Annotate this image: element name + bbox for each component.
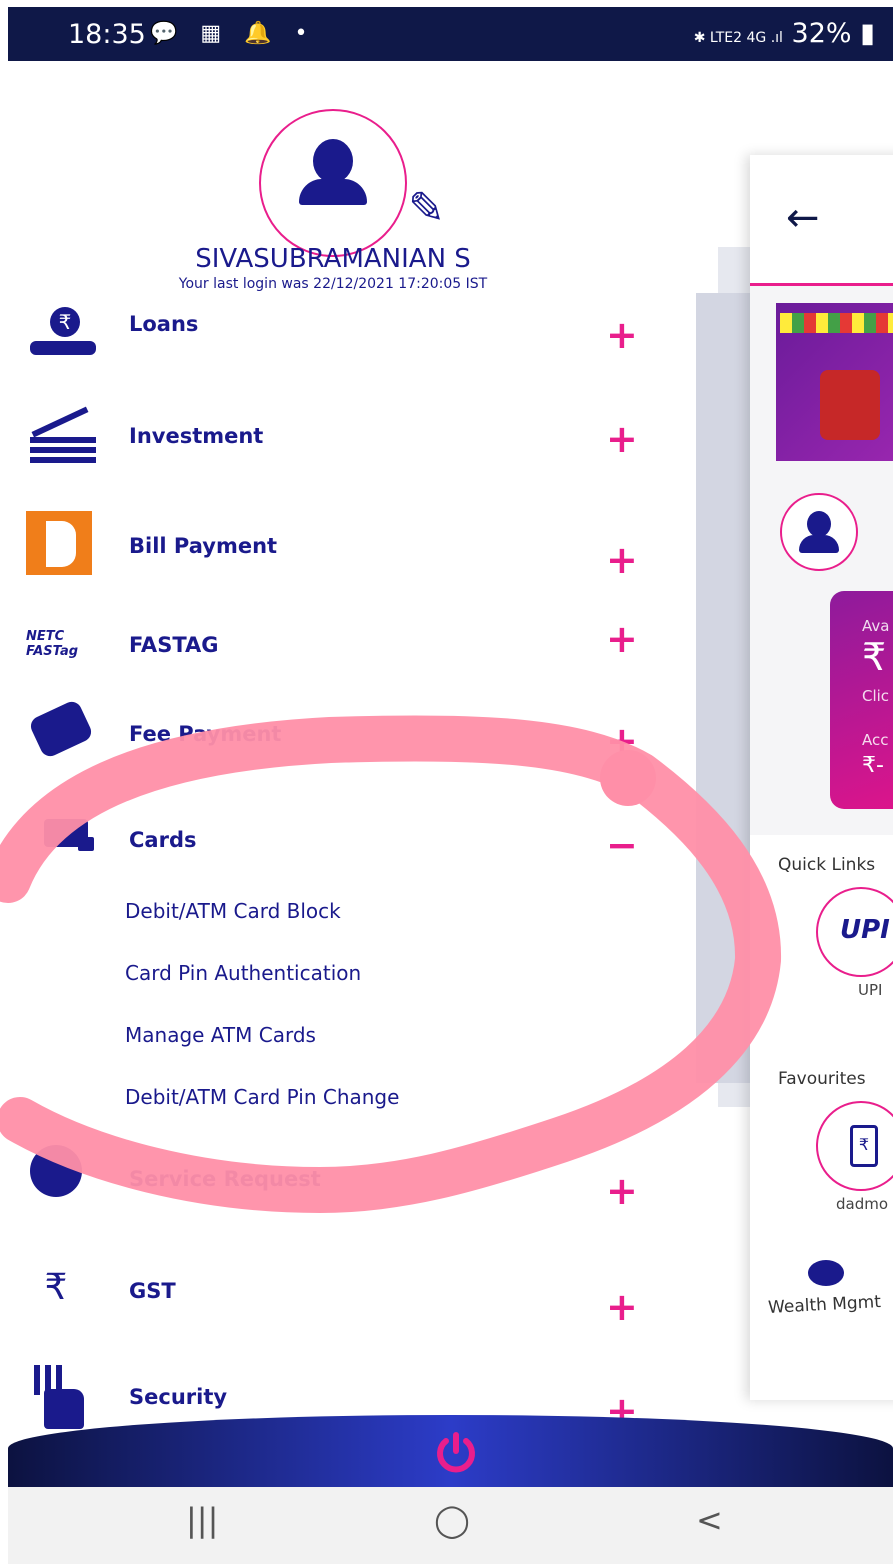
- card-line: ₹-: [862, 753, 884, 778]
- expand-plus-icon[interactable]: +: [606, 313, 638, 357]
- last-login-text: Your last login was 22/12/2021 17:20:05 …: [178, 276, 488, 292]
- expand-plus-icon[interactable]: +: [606, 1169, 638, 1213]
- expand-plus-icon[interactable]: +: [606, 417, 638, 461]
- investment-chart-icon: [26, 403, 100, 467]
- quick-links-title: Quick Links: [778, 855, 876, 875]
- user-icon-body: [299, 179, 367, 205]
- menu-item-fastag[interactable]: NETC FASTag FASTAG +: [8, 615, 668, 695]
- upi-logo: UPI: [840, 915, 890, 945]
- recent-apps-button[interactable]: |||: [186, 1501, 218, 1539]
- menu-label: FASTAG: [129, 633, 219, 657]
- service-gear-icon: [30, 1145, 82, 1197]
- rupee-icon: ₹: [862, 635, 887, 679]
- status-time: 18:35: [68, 19, 146, 50]
- android-nav-bar: ||| ◯ <: [8, 1487, 893, 1564]
- menu-label: Fee Payment: [129, 722, 282, 746]
- bunting-flags: [780, 313, 893, 333]
- profile-avatar[interactable]: [259, 109, 407, 257]
- submenu-manage-atm-cards[interactable]: Manage ATM Cards: [125, 1023, 316, 1047]
- hand-shape: [44, 1389, 84, 1429]
- menu-item-bill-payment[interactable]: Bill Payment +: [8, 507, 668, 587]
- app-preview-panel[interactable]: ← Ava ₹ Clic Acc ₹- Quick Links UPI UPI …: [750, 155, 893, 1400]
- bill-b-icon: [26, 511, 92, 575]
- chart-bar: [30, 457, 96, 463]
- user-icon-body: [799, 535, 839, 553]
- chart-bar: [30, 437, 96, 443]
- chart-trend-line: [31, 406, 89, 438]
- expand-plus-icon[interactable]: +: [606, 1285, 638, 1329]
- preview-header: ←: [750, 155, 893, 286]
- home-button[interactable]: ◯: [434, 1501, 470, 1539]
- card-line: Clic: [862, 687, 890, 705]
- upi-label: UPI: [858, 981, 883, 999]
- collapse-minus-icon[interactable]: −: [606, 823, 638, 867]
- menu-item-investment[interactable]: Investment +: [8, 403, 668, 483]
- menu-label: Loans: [129, 312, 199, 336]
- back-arrow-icon[interactable]: ←: [786, 195, 820, 241]
- mobile-rupee-icon: ₹: [850, 1125, 878, 1167]
- lock-shape: [78, 837, 94, 851]
- menu-label: GST: [129, 1279, 176, 1303]
- submenu-debit-card-block[interactable]: Debit/ATM Card Block: [125, 899, 341, 923]
- security-keypad-icon: [26, 1365, 100, 1429]
- expand-plus-icon[interactable]: +: [606, 719, 638, 763]
- user-icon: [807, 511, 831, 537]
- power-logout-icon[interactable]: [432, 1429, 480, 1477]
- menu-item-fee-payment[interactable]: Fee Payment +: [8, 698, 668, 782]
- back-button[interactable]: <: [696, 1501, 723, 1539]
- submenu-card-pin-change[interactable]: Debit/ATM Card Pin Change: [125, 1085, 399, 1109]
- rupee-coin: ₹: [50, 307, 80, 337]
- menu-label: Bill Payment: [129, 534, 278, 558]
- menu-label: Security: [129, 1385, 228, 1409]
- user-name: SIVASUBRAMANIAN S: [195, 244, 471, 274]
- menu-label: Investment: [129, 424, 264, 448]
- favourite-label: dadmo: [836, 1195, 889, 1213]
- gst-rupee-cycle-icon: ₹: [44, 1267, 68, 1308]
- fastag-logo-icon: NETC FASTag: [26, 629, 79, 659]
- menu-item-cards[interactable]: Cards −: [8, 807, 668, 887]
- cards-lock-icon: [26, 807, 100, 871]
- hand-shape: [30, 341, 96, 355]
- loan-hand-icon: ₹: [26, 307, 100, 371]
- chart-bar: [30, 447, 96, 453]
- balance-card[interactable]: Ava ₹ Clic Acc ₹-: [830, 591, 893, 809]
- user-icon: [313, 139, 353, 183]
- icon-cutout: [46, 521, 76, 567]
- status-right: ✱ LTE2 4G .ıl 32% ▮: [694, 18, 875, 49]
- menu-item-loans[interactable]: ₹ Loans +: [8, 303, 668, 383]
- expand-plus-icon[interactable]: +: [606, 538, 638, 582]
- battery-level: 32%: [791, 18, 852, 49]
- menu-item-gst[interactable]: ₹ GST +: [8, 1265, 668, 1345]
- menu-item-service-request[interactable]: Service Request +: [8, 1145, 668, 1225]
- gift-box-image: [820, 370, 880, 440]
- network-indicator: ✱ LTE2 4G .ıl: [693, 30, 783, 46]
- submenu-card-pin-authentication[interactable]: Card Pin Authentication: [125, 961, 361, 985]
- notification-icons: 💬 ▦ 🔔 •: [150, 21, 316, 46]
- preview-shadow-2: [696, 293, 756, 1083]
- card-payment-icon: [27, 698, 95, 760]
- battery-icon: ▮: [860, 18, 875, 49]
- menu-label: Cards: [129, 828, 197, 852]
- edit-pencil-icon[interactable]: ✎: [408, 183, 445, 234]
- card-line: Acc: [862, 731, 889, 749]
- menu-label: Service Request: [129, 1167, 321, 1191]
- status-bar: 18:35 💬 ▦ 🔔 • ✱ LTE2 4G .ıl 32% ▮: [8, 7, 893, 61]
- favourites-title: Favourites: [778, 1069, 866, 1089]
- expand-plus-icon[interactable]: +: [606, 617, 638, 661]
- coins-icon: [808, 1260, 844, 1286]
- preview-avatar[interactable]: [780, 493, 858, 571]
- card-line: Ava: [862, 617, 890, 635]
